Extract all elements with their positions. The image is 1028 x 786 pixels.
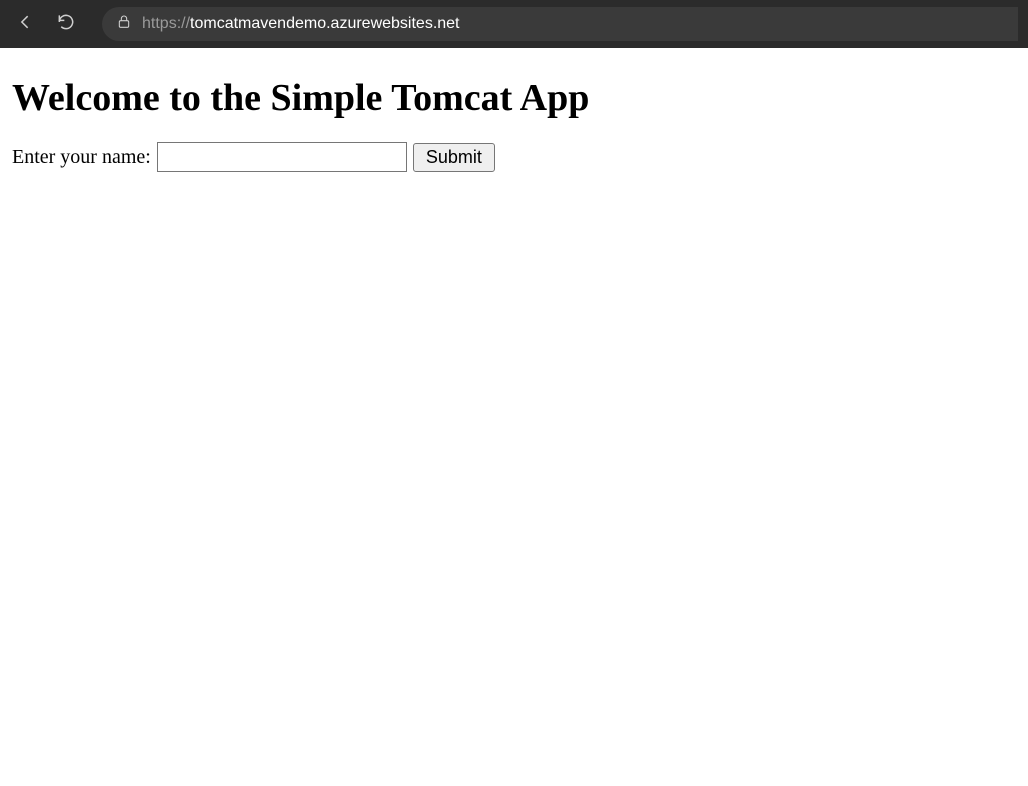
browser-toolbar: https://tomcatmavendemo.azurewebsites.ne… <box>0 0 1028 48</box>
page-content: Welcome to the Simple Tomcat App Enter y… <box>0 48 1028 186</box>
name-form: Enter your name: Submit <box>12 142 1016 172</box>
url-domain: tomcatmavendemo.azurewebsites.net <box>190 15 459 32</box>
arrow-left-icon <box>16 12 36 37</box>
url-scheme: https:// <box>142 15 190 32</box>
submit-button[interactable]: Submit <box>413 143 495 172</box>
url-text: https://tomcatmavendemo.azurewebsites.ne… <box>142 15 460 33</box>
name-input[interactable] <box>157 142 407 172</box>
refresh-icon <box>56 12 76 37</box>
address-bar[interactable]: https://tomcatmavendemo.azurewebsites.ne… <box>102 7 1018 41</box>
page-title: Welcome to the Simple Tomcat App <box>12 76 1016 120</box>
back-button[interactable] <box>10 8 42 40</box>
lock-icon <box>116 14 132 35</box>
refresh-button[interactable] <box>50 8 82 40</box>
name-label: Enter your name: <box>12 146 151 169</box>
